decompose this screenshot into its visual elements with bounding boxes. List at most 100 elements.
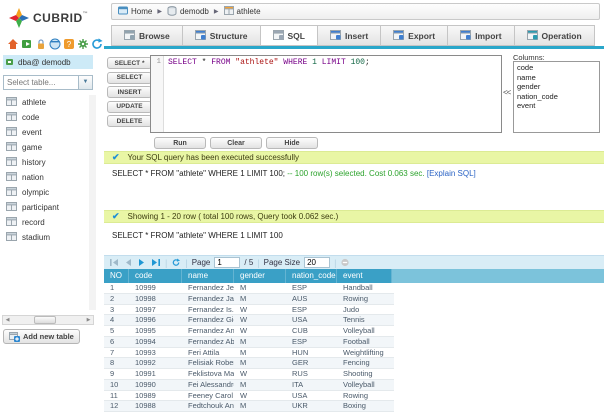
next-page-icon[interactable] [137,258,147,267]
table-row[interactable]: 710993Feri AttilaMHUNWeightlifting [104,348,394,359]
scroll-right-arrow-icon[interactable]: ▶ [84,317,93,323]
settings-icon[interactable] [77,37,89,49]
sql-snippet-update-button[interactable]: UPDATE [107,101,152,113]
pagination-toolbar: | | Page / 5 | Page Size | [104,255,604,269]
sidebar-item-history[interactable]: history [6,155,88,170]
sidebar-item-event[interactable]: event [6,125,88,140]
tab-structure[interactable]: Structure [182,25,260,46]
refresh-icon[interactable] [91,37,103,49]
connection-icon[interactable] [21,37,33,49]
sql-token: "athlete" [235,58,278,67]
first-page-icon[interactable] [109,258,119,267]
column-option-gender[interactable]: gender [517,82,599,92]
sidebar-item-record[interactable]: record [6,215,88,230]
table-name-label: olympic [22,188,49,197]
run-button[interactable]: Run [154,137,206,149]
table-icon [6,112,17,123]
sidebar-item-participant[interactable]: participant [6,200,88,215]
table-row[interactable]: 810992Felisiak RobertMGERFencing [104,358,394,369]
sql-snippet-select-button[interactable]: SELECT * [107,57,152,69]
sidebar-item-olympic[interactable]: olympic [6,185,88,200]
home-icon[interactable] [7,37,19,49]
table-row[interactable]: 110999Fernandez Je...MESPHandball [104,283,394,294]
tab-import[interactable]: Import [447,25,513,46]
column-option-event[interactable]: event [517,101,599,111]
table-row[interactable]: 1010990Fei AlessandroMITAVolleyball [104,380,394,391]
sidebar-item-code[interactable]: code [6,110,88,125]
cell: W [234,315,286,325]
sql-editor[interactable]: 1 SELECT * FROM "athlete" WHERE 1 LIMIT … [150,55,502,133]
sql-snippet-select-button[interactable]: SELECT [107,72,152,84]
previous-page-icon[interactable] [123,258,133,267]
table-row[interactable]: 210998Fernandez Ja...MAUSRowing [104,294,394,305]
sql-snippet-buttons: SELECT * SELECT INSERT UPDATE DELETE [107,57,152,130]
cell: 3 [104,305,129,315]
sidebar-item-game[interactable]: game [6,140,88,155]
column-option-name[interactable]: name [517,73,599,83]
table-select-dropdown[interactable]: Select table... ▼ [3,75,93,90]
table-row[interactable]: 410996Fernandez GigiWUSATennis [104,315,394,326]
page-size-input[interactable] [304,257,330,268]
breadcrumb-item-home[interactable]: Home [118,6,152,17]
sql-snippet-insert-button[interactable]: INSERT [107,86,152,98]
collapse-columns-button[interactable]: << [503,88,510,97]
column-header-nation_code[interactable]: nation_code [286,269,337,283]
tab-sql[interactable]: SQL [260,25,317,46]
sql-code[interactable]: SELECT * FROM "athlete" WHERE 1 LIMIT 10… [164,56,501,132]
column-header-code[interactable]: code [129,269,182,283]
column-header-no[interactable]: NO [104,269,129,283]
table-row[interactable]: 910991Feklistova MariaWRUSShooting [104,369,394,380]
column-option-code[interactable]: code [517,63,599,73]
help-icon[interactable]: ? [63,37,75,49]
column-header-event[interactable]: event [337,269,392,283]
table-row[interactable]: 310997Fernandez Is...WESPJudo [104,305,394,316]
operation-tab-icon [527,30,538,42]
sidebar-item-stadium[interactable]: stadium [6,230,88,245]
explain-sql-link[interactable]: [Explain SQL] [427,169,476,178]
table-row[interactable]: 1210988Fedtchouk AndriMUKRBoxing [104,401,394,412]
cell: AUS [286,294,337,304]
cell: 10994 [129,337,182,347]
sidebar-vertical-scrollbar[interactable] [89,95,96,310]
tab-insert[interactable]: Insert [317,25,380,46]
last-page-icon[interactable] [151,258,161,267]
table-icon [6,217,17,228]
add-new-table-button[interactable]: Add new table [3,329,80,344]
columns-listbox[interactable]: codenamegendernation_codeevent [513,61,600,133]
page-number-input[interactable] [214,257,240,268]
cell: 1 [104,283,129,293]
sidebar-horizontal-scrollbar[interactable]: ◀ ▶ [2,315,94,325]
sql-snippet-delete-button[interactable]: DELETE [107,115,152,127]
column-option-nation_code[interactable]: nation_code [517,92,599,102]
cell: Volleyball [337,380,392,390]
column-header-gender[interactable]: gender [234,269,286,283]
sidebar-item-athlete[interactable]: athlete [6,95,88,110]
scroll-left-arrow-icon[interactable]: ◀ [3,317,12,323]
tab-browse[interactable]: Browse [111,25,182,46]
browser-icon[interactable] [49,37,61,49]
tab-operation[interactable]: Operation [514,25,595,46]
database-user-icon [5,57,15,67]
cell: ESP [286,305,337,315]
column-header-name[interactable]: name [182,269,234,283]
lock-icon[interactable] [35,37,47,49]
tab-label: Export [408,31,435,41]
table-row[interactable]: 1110989Feeney CarolWUSARowing [104,391,394,402]
tab-export[interactable]: Export [380,25,447,46]
sidebar-item-nation[interactable]: nation [6,170,88,185]
connection-indicator[interactable]: dba@ demodb [3,55,93,69]
table-row[interactable]: 610994Fernandez Ab...MESPFootball [104,337,394,348]
check-icon: ✔ [112,211,120,222]
clear-button[interactable]: Clear [210,137,262,149]
table-icon [6,187,17,198]
chevron-down-icon[interactable]: ▼ [78,76,92,89]
refresh-icon[interactable] [171,258,181,267]
main-panel: Home▶demodb▶athlete BrowseStructureSQLIn… [104,0,604,412]
scrollbar-thumb[interactable] [34,316,56,324]
table-name-label: event [22,128,42,137]
import-tab-icon [460,30,471,42]
breadcrumb-item-demodb[interactable]: demodb [167,6,209,18]
breadcrumb-item-athlete[interactable]: athlete [224,6,261,17]
hide-button[interactable]: Hide [266,137,318,149]
table-row[interactable]: 510995Fernandez An...WCUBVolleyball [104,326,394,337]
